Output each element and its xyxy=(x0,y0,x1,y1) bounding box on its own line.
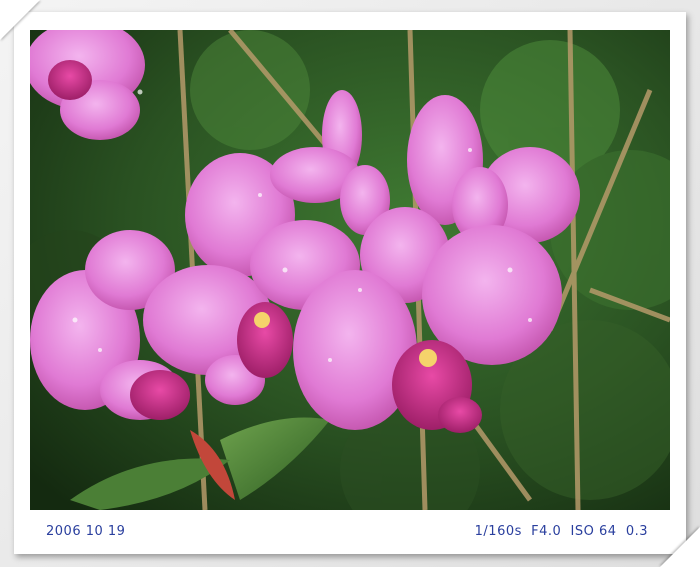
frame-corner-top-left xyxy=(0,0,40,40)
orchid-photo xyxy=(30,30,670,510)
photo-date-caption: 2006 10 19 xyxy=(46,524,126,539)
pink-orchid-flowers-icon xyxy=(30,30,670,510)
photo-frame-page: 2006 10 19 1/160s F4.0 ISO 64 0.3 xyxy=(0,0,700,567)
photo-exif-caption: 1/160s F4.0 ISO 64 0.3 xyxy=(474,524,648,539)
frame-corner-bottom-right xyxy=(660,527,700,567)
